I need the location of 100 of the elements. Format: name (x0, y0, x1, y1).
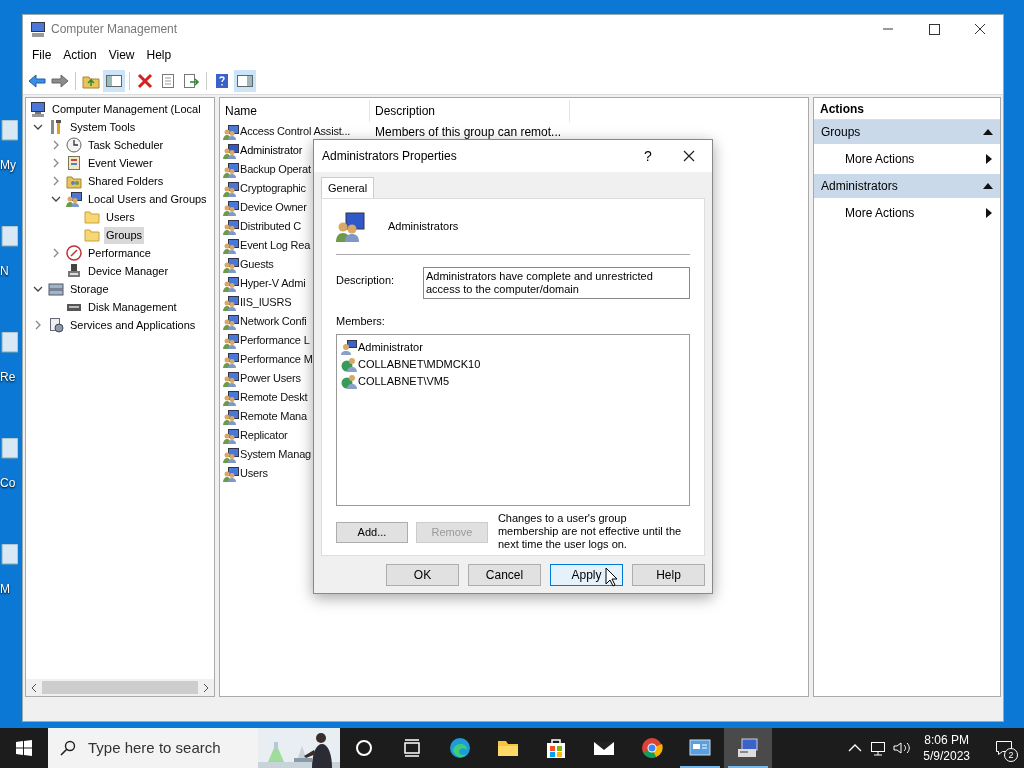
desktop-icon-label: Co (0, 476, 16, 490)
member-item[interactable]: COLLABNET\VM5 (358, 372, 450, 390)
desktop-icon-label: My (0, 158, 16, 172)
tree-item[interactable]: Local Users and Groups (86, 190, 209, 208)
list-item[interactable]: Network Confi (240, 313, 307, 330)
desktop-icon-label: M (0, 582, 10, 596)
action-item[interactable]: More Actions (814, 144, 1000, 174)
computer-icon (30, 101, 46, 117)
search-icon (60, 740, 76, 756)
browser-swirl-icon[interactable] (448, 736, 472, 760)
tab[interactable]: General (321, 177, 375, 198)
group-icon (223, 180, 239, 197)
dialog-button[interactable]: OK (386, 564, 459, 586)
list-item[interactable]: Users (240, 465, 268, 482)
desktop-icon-label: N (0, 264, 9, 278)
shopping-bag-icon[interactable] (544, 736, 568, 760)
list-item[interactable]: Event Log Rea (240, 237, 311, 254)
dialog-button[interactable]: Apply (550, 564, 623, 586)
member-item[interactable]: COLLABNET\MDMCK10 (358, 355, 481, 373)
tree-item[interactable]: Shared Folders (86, 172, 166, 190)
group-icon (223, 256, 239, 273)
desktop-icon (0, 332, 18, 356)
list-item[interactable]: Guests (240, 256, 274, 273)
list-item[interactable]: Hyper-V Admi (240, 275, 306, 292)
tree-item[interactable]: Event Viewer (86, 154, 155, 172)
group-icon (66, 191, 82, 207)
tree-item[interactable]: Storage (68, 280, 111, 298)
list-item[interactable]: Cryptographic (240, 180, 306, 197)
dialog-button[interactable]: Help (632, 564, 705, 586)
clock[interactable]: 8:06 PM 5/9/2023 (915, 732, 978, 764)
help-button[interactable]: ? (630, 145, 666, 167)
list-item[interactable]: Performance M (240, 351, 313, 368)
chrome-ball-icon[interactable] (640, 736, 664, 760)
group-icon (223, 313, 239, 330)
column-header[interactable]: Description (370, 100, 570, 122)
list-item[interactable]: Distributed C (240, 218, 301, 235)
list-item[interactable]: Access Control Assist... (240, 123, 351, 140)
desktop-icon-label: Re (0, 370, 16, 384)
search-field[interactable]: Type here to search (88, 736, 228, 760)
member-button[interactable]: Add... (336, 521, 408, 543)
list-item[interactable]: System Manag (240, 446, 311, 463)
group-icon (223, 161, 239, 178)
clock-icon (66, 137, 82, 153)
chevron-icon[interactable] (51, 194, 61, 204)
taskbar-button[interactable] (724, 728, 772, 768)
notifications-button[interactable]: 2 (984, 728, 1024, 768)
group-icon (223, 123, 239, 140)
chevron-icon[interactable] (33, 122, 43, 132)
tree-item[interactable]: Computer Management (Local (50, 100, 203, 118)
tree-item[interactable]: System Tools (68, 118, 138, 136)
folder-icon (84, 209, 100, 225)
list-item[interactable]: Remote Deskt (240, 389, 308, 406)
services-icon (48, 317, 64, 333)
computer-management-icon[interactable] (736, 736, 760, 760)
list-item[interactable]: IIS_IUSRS (240, 294, 292, 311)
desktop-icon (0, 226, 18, 250)
tree-item[interactable]: Services and Applications (68, 316, 198, 334)
tree-item[interactable]: Groups (104, 226, 145, 244)
log-icon (66, 155, 82, 171)
tree-item[interactable]: Performance (86, 244, 153, 262)
chevron-icon[interactable] (33, 284, 43, 294)
list-item[interactable]: Replicator (240, 427, 288, 444)
dialog-button[interactable]: Cancel (468, 564, 541, 586)
menu-item[interactable]: View (102, 46, 141, 64)
group-icon (223, 332, 239, 349)
shared-folder-icon (66, 173, 82, 189)
action-item[interactable]: More Actions (814, 198, 1000, 228)
list-item[interactable]: Remote Mana (240, 408, 307, 425)
menu-item[interactable]: File (26, 46, 58, 64)
collapse-icon[interactable] (983, 183, 993, 189)
menu-item[interactable]: Action (57, 46, 103, 64)
list-item[interactable]: Backup Operat (240, 161, 311, 178)
gauge-icon (66, 245, 82, 261)
list-item[interactable]: Performance L (240, 332, 310, 349)
computer-icon (30, 21, 46, 37)
desktop-icon (0, 544, 18, 568)
list-item[interactable]: Device Owner (240, 199, 307, 216)
field-label: Description: (336, 273, 396, 288)
clock-time: 8:06 PM (924, 732, 969, 748)
tree-item[interactable]: Disk Management (86, 298, 179, 316)
tree-item[interactable]: Task Scheduler (86, 136, 166, 154)
user-icon (341, 339, 357, 355)
column-header[interactable]: Name (220, 100, 370, 122)
section-header[interactable]: Administrators (814, 174, 1000, 198)
membership-note: Changes to a user's group membership are not effective until the next time the user logs on. (497, 511, 683, 551)
circle-icon[interactable] (353, 737, 375, 759)
collapse-icon[interactable] (983, 129, 993, 135)
task-view-icon[interactable] (401, 737, 423, 759)
list-item[interactable]: Power Users (240, 370, 301, 387)
group-icon (223, 218, 239, 235)
menu-item[interactable]: Help (140, 46, 178, 64)
tree-item[interactable]: Users (104, 208, 137, 226)
description-field[interactable]: Administrators have complete and unrestricted access to the computer/domain (423, 267, 690, 299)
list-item[interactable]: Administrator (240, 142, 303, 159)
search-bar[interactable]: Type here to search (48, 728, 340, 768)
group-icon (223, 351, 239, 368)
tree-item[interactable]: Device Manager (86, 262, 171, 280)
section-header[interactable]: Groups (814, 120, 1000, 144)
horizontal-scrollbar[interactable] (26, 679, 214, 696)
member-item[interactable]: Administrator (358, 338, 423, 356)
